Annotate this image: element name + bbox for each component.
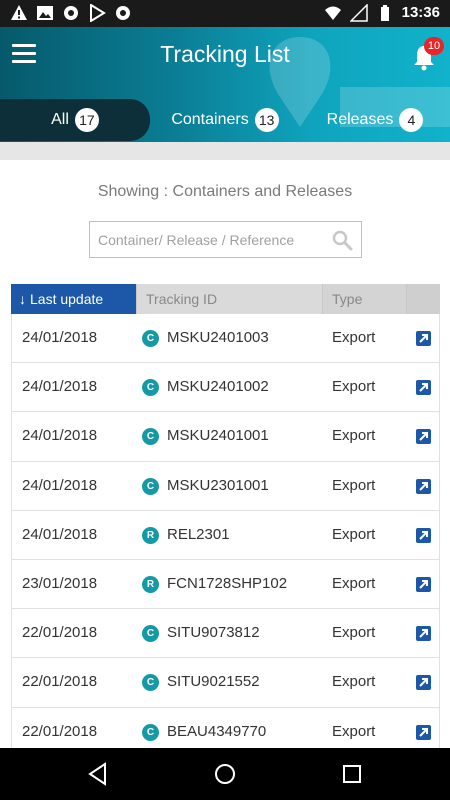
table-header: ↓ Last update Tracking ID Type: [11, 284, 440, 314]
status-time: 13:36: [401, 4, 440, 21]
type-cell: Export: [332, 624, 376, 642]
last-update-cell: 23/01/2018: [22, 574, 98, 592]
table-row[interactable]: 24/01/2018 R REL2301 Export: [11, 510, 440, 560]
last-update-cell: 24/01/2018: [22, 427, 98, 445]
type-cell: Export: [332, 525, 376, 543]
app-header: Tracking List 10 All 17 Containers 13 Re…: [0, 27, 450, 142]
tab-count: 17: [74, 108, 99, 132]
image-icon: [37, 6, 53, 20]
type-cell: Export: [332, 378, 376, 396]
type-cell: Export: [332, 673, 376, 691]
type-cell: Export: [332, 329, 376, 346]
table-row[interactable]: 24/01/2018 C MSKU2301001 Export: [11, 461, 440, 511]
navigation-bar: [0, 748, 450, 800]
last-update-cell: 22/01/2018: [22, 722, 98, 740]
play-store-icon: [90, 4, 106, 22]
tab-count: 13: [254, 108, 279, 132]
kind-badge: R: [142, 526, 159, 544]
open-external-icon[interactable]: [416, 527, 431, 543]
table-body: 24/01/2018 C MSKU2401003 Export 24/01/2018 C M…: [11, 314, 440, 748]
open-external-icon[interactable]: [416, 576, 431, 592]
tab-releases[interactable]: Releases 4: [300, 99, 450, 141]
kind-badge: C: [142, 723, 159, 741]
battery-icon: [380, 5, 389, 21]
tab-containers[interactable]: Containers 13: [150, 99, 300, 141]
table-row[interactable]: 22/01/2018 C SITU9073812 Export: [11, 609, 440, 659]
tab-label: Releases: [326, 111, 394, 128]
table-row[interactable]: 24/01/2018 C MSKU2401002 Export: [11, 363, 440, 413]
page-title: Tracking List: [160, 41, 290, 67]
last-update-cell: 24/01/2018: [22, 476, 98, 494]
type-cell: Export: [332, 476, 376, 494]
kind-badge: C: [142, 674, 159, 692]
table-row[interactable]: 22/01/2018 C SITU9021552 Export: [11, 658, 440, 708]
tab-all[interactable]: All 17: [0, 99, 150, 141]
table-row[interactable]: 24/01/2018 C MSKU2401001 Export: [11, 412, 440, 462]
table-row[interactable]: 24/01/2018 C MSKU2401003 Export: [11, 314, 440, 364]
column-label: Tracking ID: [146, 291, 218, 307]
open-external-icon[interactable]: [416, 331, 431, 346]
tracking-id-cell: REL2301: [167, 525, 230, 543]
type-cell: Export: [332, 574, 376, 592]
warning-icon: [11, 5, 27, 20]
arrow-down-icon: ↓: [19, 291, 26, 307]
action-header: [406, 284, 440, 314]
home-icon[interactable]: [212, 761, 238, 787]
tab-label: All: [51, 111, 69, 128]
back-icon[interactable]: [85, 761, 111, 787]
type-header[interactable]: Type: [322, 284, 406, 314]
open-external-icon[interactable]: [416, 478, 431, 494]
kind-badge: C: [142, 330, 159, 347]
last-update-cell: 24/01/2018: [22, 378, 98, 396]
tab-label: Containers: [171, 111, 249, 128]
table-row[interactable]: 23/01/2018 R FCN1728SHP102 Export: [11, 559, 440, 610]
kind-badge: R: [142, 575, 159, 593]
wifi-icon: [324, 6, 341, 20]
tracking-id-cell: BEAU4349770: [167, 722, 267, 740]
type-cell: Export: [332, 722, 376, 740]
open-external-icon[interactable]: [416, 724, 431, 740]
open-external-icon[interactable]: [416, 626, 431, 642]
kind-badge: C: [142, 428, 159, 446]
showing-label: Showing : Containers and Releases: [97, 183, 353, 200]
search-icon[interactable]: [331, 229, 353, 251]
tracking-id-cell: MSKU2401001: [167, 427, 269, 445]
settings-icon: [64, 6, 78, 20]
last-update-cell: 24/01/2018: [22, 329, 98, 346]
tracking-id-cell: MSKU2401003: [167, 329, 269, 346]
kind-badge: C: [142, 379, 159, 397]
table-row[interactable]: 22/01/2018 C BEAU4349770 Export: [11, 707, 440, 748]
notification-badge: 10: [424, 37, 444, 55]
recents-icon[interactable]: [339, 761, 365, 787]
search-box: [89, 221, 362, 258]
open-external-icon[interactable]: [416, 675, 431, 691]
open-external-icon[interactable]: [416, 380, 431, 396]
tab-count: 4: [399, 108, 424, 132]
tracking-id-header[interactable]: Tracking ID: [136, 284, 322, 314]
kind-badge: C: [142, 477, 159, 495]
tracking-table: ↓ Last update Tracking ID Type 24/01/2018…: [11, 284, 440, 748]
filter-tabs: All 17 Containers 13 Releases 4: [0, 99, 450, 141]
column-label: Type: [332, 291, 363, 307]
tracking-id-cell: MSKU2401002: [167, 378, 269, 396]
tracking-id-cell: SITU9073812: [167, 624, 260, 642]
search-input[interactable]: [90, 222, 320, 257]
signal-icon: [349, 4, 368, 22]
sort-last-update-header[interactable]: ↓ Last update: [11, 284, 136, 314]
tracking-id-cell: FCN1728SHP102: [167, 574, 288, 592]
tracking-id-cell: MSKU2301001: [167, 476, 269, 494]
status-bar: 13:36: [0, 0, 450, 27]
column-label: Last update: [30, 291, 104, 307]
open-external-icon[interactable]: [416, 429, 431, 445]
last-update-cell: 22/01/2018: [22, 673, 98, 691]
kind-badge: C: [142, 625, 159, 643]
type-cell: Export: [332, 427, 376, 445]
divider: [0, 142, 450, 160]
last-update-cell: 24/01/2018: [22, 525, 98, 543]
last-update-cell: 22/01/2018: [22, 624, 98, 642]
settings-icon: [116, 6, 130, 20]
tracking-id-cell: SITU9021552: [167, 673, 260, 691]
